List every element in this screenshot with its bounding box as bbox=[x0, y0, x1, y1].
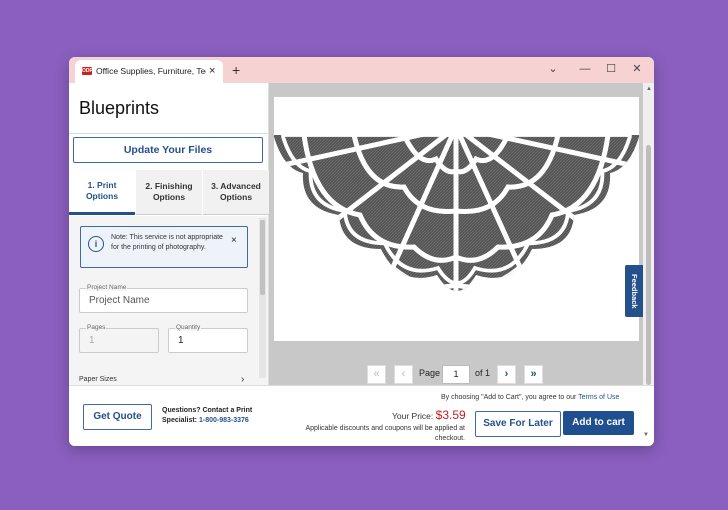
get-quote-button[interactable]: Get Quote bbox=[83, 404, 152, 430]
option-tabs: 1. Print Options 2. Finishing Options 3.… bbox=[69, 170, 269, 215]
page-navigation: « ‹ Page 1 of 1 › » bbox=[269, 363, 643, 385]
price-label: Your Price: bbox=[392, 411, 434, 421]
title-bar: ODP Office Supplies, Furniture, Techno ×… bbox=[69, 57, 654, 83]
feedback-button[interactable]: Feedback bbox=[625, 265, 643, 317]
terms-text: By choosing "Add to Cart", you agree to … bbox=[441, 394, 577, 401]
scrollbar-thumb[interactable] bbox=[260, 220, 265, 295]
terms-notice: By choosing "Add to Cart", you agree to … bbox=[441, 394, 619, 401]
close-window-button[interactable]: ✕ bbox=[627, 57, 647, 81]
info-icon: i bbox=[88, 236, 104, 252]
maximize-button[interactable]: ☐ bbox=[601, 57, 621, 81]
price-value: $3.59 bbox=[435, 408, 466, 422]
pages-field: Pages 1 bbox=[79, 324, 159, 353]
tab-close-icon[interactable]: × bbox=[209, 60, 215, 83]
browser-window: ODP Office Supplies, Furniture, Techno ×… bbox=[69, 57, 654, 446]
options-panel: Blueprints Update Your Files 1. Print Op… bbox=[69, 83, 269, 385]
update-files-button[interactable]: Update Your Files bbox=[73, 137, 263, 163]
tab-title: Office Supplies, Furniture, Techno bbox=[96, 66, 206, 76]
tab-label: 3. Advanced Options bbox=[211, 181, 261, 202]
new-tab-button[interactable]: + bbox=[232, 60, 240, 80]
tab-menu-chevron-icon[interactable]: ⌄ bbox=[543, 57, 563, 81]
project-name-field[interactable]: Project Name Project Name bbox=[79, 284, 248, 313]
page-number-input[interactable]: 1 bbox=[442, 365, 470, 384]
note-text: Note: This service is not appropriate fo… bbox=[111, 234, 223, 251]
contact-line: Specialist: bbox=[162, 416, 198, 424]
field-label: Pages bbox=[86, 324, 107, 331]
quantity-value: 1 bbox=[178, 335, 184, 346]
previous-page-button[interactable]: ‹ bbox=[394, 365, 413, 384]
contact-info: Questions? Contact a Print Specialist: 1… bbox=[162, 406, 252, 425]
page-count: of 1 bbox=[475, 368, 491, 378]
discount-note: Applicable discounts and coupons will be… bbox=[305, 425, 465, 442]
paper-sizes-label[interactable]: Paper Sizes bbox=[79, 376, 117, 383]
contact-line: Questions? Contact a Print bbox=[162, 407, 253, 414]
next-page-button[interactable]: › bbox=[497, 365, 516, 384]
first-page-button[interactable]: « bbox=[367, 365, 386, 384]
terms-of-use-link[interactable]: Terms of Use bbox=[578, 394, 619, 401]
field-label: Quantity bbox=[175, 324, 202, 331]
add-to-cart-button[interactable]: Add to cart bbox=[563, 411, 634, 435]
divider bbox=[69, 133, 268, 134]
field-label: Project Name bbox=[86, 284, 128, 291]
scrollbar-thumb[interactable] bbox=[646, 145, 651, 385]
page-title: Blueprints bbox=[79, 98, 160, 118]
scroll-down-icon[interactable]: ▼ bbox=[643, 432, 649, 438]
close-icon[interactable]: × bbox=[231, 235, 237, 246]
favicon-icon: ODP bbox=[82, 67, 93, 75]
photography-note: i Note: This service is not appropriate … bbox=[80, 226, 248, 268]
last-page-button[interactable]: » bbox=[524, 365, 543, 384]
tab-label: 2. Finishing Options bbox=[145, 181, 193, 202]
tab-finishing-options[interactable]: 2. Finishing Options bbox=[136, 170, 202, 215]
save-for-later-button[interactable]: Save For Later bbox=[475, 411, 561, 437]
project-name-placeholder: Project Name bbox=[89, 295, 150, 306]
page-label: Page bbox=[419, 368, 441, 378]
minimize-button[interactable]: — bbox=[575, 57, 595, 81]
spiderweb-image bbox=[274, 133, 639, 291]
price-display: Your Price: $3.59 bbox=[392, 408, 466, 422]
preview-scrollbar[interactable]: ▲ bbox=[643, 83, 654, 385]
scrollbar[interactable] bbox=[259, 218, 266, 378]
document-preview bbox=[274, 97, 639, 341]
tab-print-options[interactable]: 1. Print Options bbox=[69, 170, 135, 215]
browser-tab[interactable]: ODP Office Supplies, Furniture, Techno × bbox=[75, 60, 223, 83]
chevron-right-icon[interactable]: › bbox=[241, 374, 244, 385]
phone-link[interactable]: 1-800-983-3376 bbox=[199, 417, 249, 424]
preview-panel: ▲ « ‹ Page 1 of 1 › » bbox=[269, 83, 654, 385]
footer-bar: Get Quote Questions? Contact a Print Spe… bbox=[69, 385, 654, 446]
tab-advanced-options[interactable]: 3. Advanced Options bbox=[203, 170, 269, 215]
scroll-up-icon[interactable]: ▲ bbox=[646, 86, 652, 92]
quantity-field[interactable]: Quantity 1 bbox=[168, 324, 248, 353]
tab-label: 1. Print Options bbox=[85, 180, 119, 201]
pages-value: 1 bbox=[89, 335, 95, 346]
options-scroll-area[interactable]: i Note: This service is not appropriate … bbox=[69, 216, 268, 385]
